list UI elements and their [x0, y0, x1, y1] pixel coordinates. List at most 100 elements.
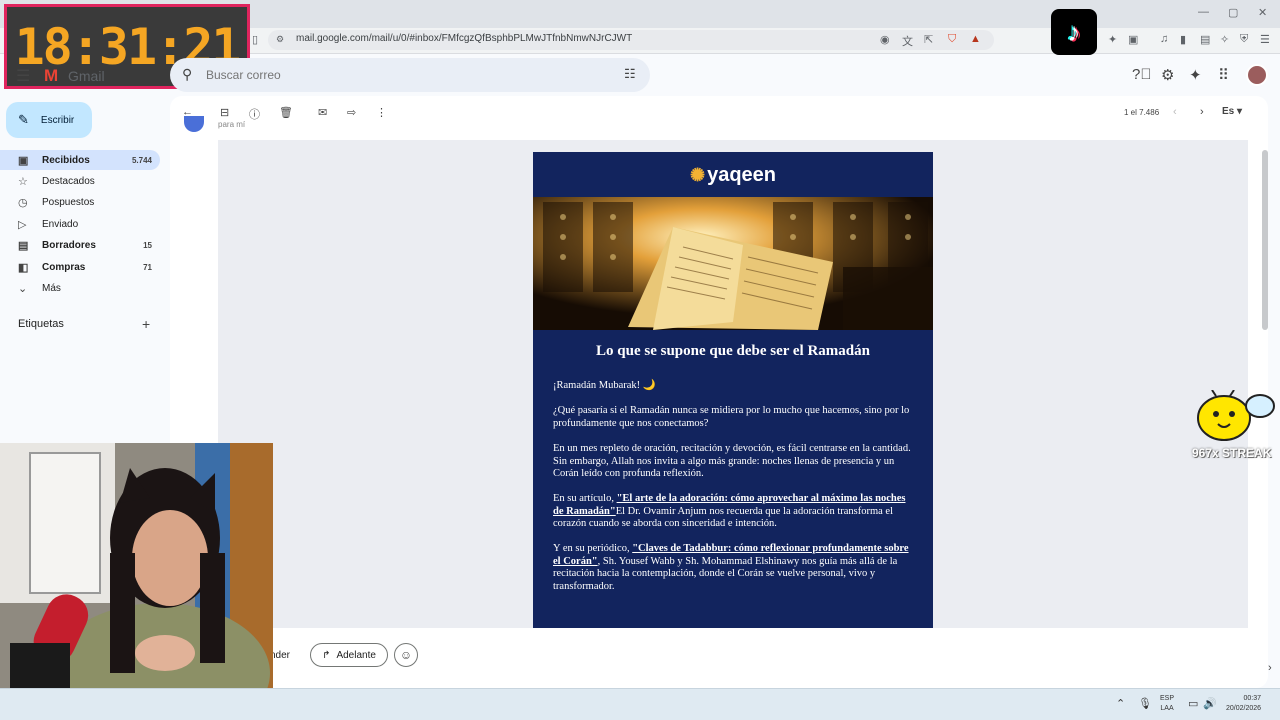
sidebar-item-label: Destacados	[42, 175, 95, 187]
apps-grid-icon[interactable]: ⠿	[1218, 66, 1229, 84]
streak-counter: 967x STREAK	[1192, 446, 1272, 460]
sun-icon: ✺	[689, 165, 706, 185]
star-icon: ☆	[18, 175, 28, 188]
sidebar-item-recibidos[interactable]: ▣ Recibidos 5.744	[0, 150, 160, 170]
extensions-icon[interactable]: ✦	[1108, 33, 1117, 46]
p3-intro: En su artículo,	[553, 493, 617, 504]
add-label-icon[interactable]: +	[142, 316, 150, 332]
sidebar-item-compras[interactable]: ◧ Compras 71	[0, 257, 160, 277]
sidebar-item-count: 15	[143, 240, 152, 250]
pencil-icon: ✎	[18, 112, 29, 127]
reply-button[interactable]: nder	[270, 643, 302, 667]
paragraph-3: En su artículo, "El arte de la adoración…	[553, 493, 915, 531]
bee-mascot-icon	[1196, 389, 1276, 447]
maximize-icon[interactable]: ▢	[1228, 6, 1238, 19]
compose-button[interactable]: ✎ Escribir	[6, 102, 92, 138]
quran-hero-image[interactable]	[533, 197, 933, 330]
volume-icon[interactable]: 🔊	[1203, 697, 1217, 710]
gemini-icon[interactable]: ✦	[1189, 66, 1202, 84]
sidebar-item-label: Pospuestos	[42, 196, 95, 208]
menu-icon[interactable]: ☰	[1260, 33, 1270, 46]
show-hidden-icons-icon[interactable]: ⌃	[1116, 697, 1125, 710]
side-panel-toggle-icon[interactable]: ›	[1268, 662, 1272, 674]
eye-icon[interactable]: ◉	[880, 33, 890, 46]
email-title: Lo que se supone que debe ser el Ramadán	[596, 343, 870, 359]
forward-label: Adelante	[336, 649, 376, 661]
share-icon[interactable]: ⇱	[924, 33, 933, 46]
media-icon[interactable]: ♫	[1160, 33, 1168, 45]
sidebar-item-label: Borradores	[42, 239, 96, 251]
microphone-icon[interactable]: 🎙	[1138, 697, 1152, 710]
site-info-icon[interactable]: ⚙	[276, 34, 284, 45]
mark-unread-icon[interactable]: ✉	[318, 106, 327, 119]
leo-icon[interactable]: ✧	[1220, 33, 1229, 46]
settings-icon[interactable]: ⚙	[1161, 66, 1174, 84]
p4-rest: , Sh. Yousef Wahb y Sh. Mohammad Elshina…	[553, 555, 898, 592]
older-icon[interactable]: ›	[1200, 106, 1204, 118]
tiktok-glyph: ♪	[1067, 16, 1081, 47]
sidebar-item-label: Enviado	[42, 218, 79, 230]
tag-icon: ◧	[18, 261, 29, 274]
chevron-down-icon: ⌄	[18, 282, 28, 295]
search-input[interactable]	[206, 64, 586, 86]
scrollbar[interactable]	[1262, 150, 1268, 330]
clock-date: 20/02/2026	[1226, 705, 1262, 712]
sidebar-icon[interactable]: ▣	[1128, 33, 1138, 46]
more-options-icon[interactable]: ⋮	[376, 106, 387, 119]
translate-icon[interactable]: 文	[902, 33, 913, 49]
forward-icon: ↱	[322, 649, 331, 661]
pager-text: 1 el 7.486	[1124, 108, 1160, 117]
close-icon[interactable]: ✕	[1258, 6, 1267, 19]
sidebar-item-destacados[interactable]: ☆ Destacados	[0, 171, 160, 191]
reply-label: nder	[270, 649, 291, 661]
emoji-reaction-icon[interactable]: ☺	[394, 643, 418, 667]
sidebar-item-count: 5.744	[131, 155, 152, 165]
compose-label: Escribir	[40, 114, 75, 126]
forward-button[interactable]: ↱ Adelante	[310, 643, 388, 667]
search-options-icon[interactable]: ☷	[624, 66, 636, 82]
webcam-feed	[0, 443, 273, 720]
clock-time: 00:37	[1243, 695, 1262, 702]
tiktok-icon: ♪	[1051, 9, 1097, 55]
gmail-logo-icon[interactable]: M	[44, 66, 58, 86]
sidebar-item-enviado[interactable]: ▷ Enviado	[0, 214, 160, 234]
p4-intro: Y en su periódico,	[553, 543, 633, 554]
recipient-text: para mí	[218, 120, 246, 129]
vpn-icon[interactable]: ⛨	[1240, 33, 1248, 46]
draft-icon: ▤	[18, 239, 29, 252]
gmail-logo-text[interactable]: Gmail	[68, 68, 105, 84]
delete-icon[interactable]: 🗑	[279, 106, 293, 119]
sidebar-item-borradores[interactable]: ▤ Borradores 15	[0, 235, 160, 255]
brave-shield-icon[interactable]: ⛉	[948, 33, 956, 46]
greeting-text: ¡Ramadán Mubarak! 🌙	[553, 380, 656, 391]
help-icon[interactable]: ?⃝	[1132, 66, 1152, 83]
sidebar-item-más[interactable]: ⌄ Más	[0, 278, 160, 298]
account-avatar[interactable]	[1246, 64, 1268, 86]
lang-line-2: LAA	[1160, 705, 1174, 712]
wallet-icon[interactable]: ▤	[1200, 33, 1210, 46]
language-selector[interactable]: Es ▾	[1222, 106, 1242, 117]
sidebar-item-label: Compras	[42, 261, 86, 273]
rewards-icon[interactable]: ▲	[970, 33, 981, 45]
main-menu-icon[interactable]: ☰	[16, 66, 30, 86]
move-to-icon[interactable]: ⇨	[347, 106, 356, 119]
brand-logo[interactable]: ✺ yaqeen	[533, 164, 933, 187]
sidebar-item-pospuestos[interactable]: ◷ Pospuestos	[0, 192, 160, 212]
paragraph-2: En un mes repleto de oración, recitación…	[553, 443, 911, 479]
system-clock[interactable]: 00:37 20/02/2026	[1226, 694, 1261, 714]
archive-icon[interactable]: ⊟	[220, 106, 229, 119]
url-text: mail.google.com/mail/u/0/#inbox/FMfcgzQf…	[296, 33, 633, 44]
sidebar-item-label: Más	[42, 282, 61, 294]
search-icon[interactable]: ⚲	[182, 66, 192, 83]
minimize-icon[interactable]: —	[1198, 6, 1209, 18]
input-language[interactable]: ESP LAA	[1160, 694, 1174, 714]
sidebar-item-count: 71	[143, 262, 152, 272]
language-label: Es	[1222, 106, 1235, 117]
clock-icon: ◷	[18, 196, 28, 209]
reading-list-icon[interactable]: ▮	[1180, 33, 1186, 46]
network-icon[interactable]: ▭	[1188, 697, 1198, 710]
report-spam-icon[interactable]: ⓘ	[249, 106, 260, 122]
newer-icon[interactable]: ‹	[1173, 106, 1177, 118]
windows-taskbar	[0, 688, 1280, 720]
bookmark-icon[interactable]: ▯	[252, 33, 258, 46]
